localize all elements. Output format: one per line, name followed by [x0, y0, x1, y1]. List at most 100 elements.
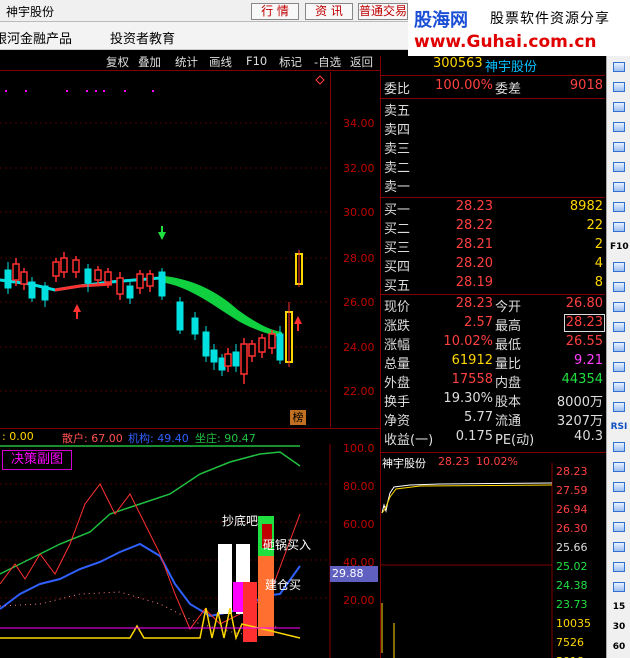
bid-row[interactable]: 买四 28.20 4: [381, 256, 605, 275]
diff-label: 委差: [495, 82, 522, 97]
rank-badge[interactable]: 榜: [290, 410, 306, 425]
ratio-label: 委比: [384, 82, 411, 97]
stock-code: 300563: [433, 56, 483, 71]
menu-item-education[interactable]: 投资者教育: [110, 28, 175, 47]
tool-back[interactable]: 返回: [350, 54, 373, 70]
side-icon8-icon[interactable]: [610, 200, 628, 215]
stat-value: 26.55: [565, 334, 603, 349]
indicator-chart[interactable]: [0, 444, 380, 658]
bid-price: 28.22: [455, 218, 493, 233]
bid-volume: 2: [594, 237, 603, 252]
stat-label: 股本: [495, 395, 522, 410]
candlestick-chart[interactable]: [0, 72, 380, 420]
bid-label: 买二: [384, 222, 411, 237]
stat-value: 19.30%: [443, 391, 493, 406]
side-icon7-icon[interactable]: [610, 180, 628, 195]
price-tick: 30.00: [343, 206, 375, 219]
ask-row[interactable]: 卖四: [381, 119, 605, 138]
tool-overlay[interactable]: 叠加: [138, 54, 161, 70]
news-button[interactable]: 资 讯: [305, 3, 353, 20]
tool-watchlist[interactable]: -自选: [314, 54, 341, 70]
bid-row[interactable]: 买三 28.21 2: [381, 237, 605, 256]
side-icon5-icon[interactable]: [610, 140, 628, 155]
ask-row[interactable]: 卖二: [381, 157, 605, 176]
price-axis: 34.00 32.00 30.00 28.00 26.00 24.00 22.0…: [330, 72, 380, 427]
ask-label: 卖四: [384, 123, 411, 138]
ask-label: 卖二: [384, 161, 411, 176]
side-icon26-icon[interactable]: [610, 560, 628, 575]
stat-value: 40.3: [574, 429, 603, 444]
ask-row[interactable]: 卖三: [381, 138, 605, 157]
bid-row[interactable]: 买二 28.22 22: [381, 218, 605, 237]
bid-label: 买一: [384, 203, 411, 218]
side-icon11-icon[interactable]: [610, 260, 628, 275]
side-icon2-icon[interactable]: [610, 80, 628, 95]
bid-volume: 8982: [569, 199, 603, 214]
side-button-rsi[interactable]: RSI: [610, 420, 628, 435]
side-icon17-icon[interactable]: [610, 380, 628, 395]
price-tick: 28.00: [343, 252, 375, 265]
side-icon6-icon[interactable]: [610, 160, 628, 175]
tool-draw-line[interactable]: 画线: [209, 54, 232, 70]
mini-tick: 27.59: [556, 484, 588, 497]
side-icon25-icon[interactable]: [610, 540, 628, 555]
price-tick: 32.00: [343, 162, 375, 175]
menu-item-products[interactable]: 银河金融产品: [0, 28, 72, 47]
side-icon14-icon[interactable]: [610, 320, 628, 335]
side-icon24-icon[interactable]: [610, 520, 628, 535]
side-icon27-icon[interactable]: [610, 580, 628, 595]
side-icon12-icon[interactable]: [610, 280, 628, 295]
trade-button[interactable]: 普通交易: [358, 3, 408, 20]
stat-label: 最低: [495, 338, 522, 353]
side-icon23-icon[interactable]: [610, 500, 628, 515]
tool-f10[interactable]: F10: [246, 54, 267, 68]
side-icon13-icon[interactable]: [610, 300, 628, 315]
side-icon20-icon[interactable]: [610, 440, 628, 455]
side-button-30[interactable]: 30: [610, 620, 628, 635]
quote-button[interactable]: 行 情: [251, 3, 299, 20]
side-button-f10[interactable]: F10: [610, 240, 629, 255]
menu-bar: 银河金融产品 投资者教育: [0, 22, 408, 50]
side-toolbar: F10 RSI 15 30 60: [606, 56, 630, 658]
stat-label: PE(动): [495, 433, 535, 448]
mini-tick: 23.73: [556, 598, 588, 611]
stat-label: 今开: [495, 300, 522, 315]
intraday-chart[interactable]: 神宇股份 28.23 10.02% 28.23 27.59 26.94 26.30 25…: [380, 452, 606, 658]
side-icon3-icon[interactable]: [610, 100, 628, 115]
ask-row[interactable]: 卖五: [381, 100, 605, 119]
stat-label: 换手: [384, 395, 411, 410]
side-icon15-icon[interactable]: [610, 340, 628, 355]
stat-row: 换手 19.30% 股本 8000万: [381, 391, 605, 410]
tool-statistics[interactable]: 统计: [175, 54, 198, 70]
side-icon9-icon[interactable]: [610, 220, 628, 235]
window-title: 神宇股份: [6, 5, 55, 19]
bid-label: 买三: [384, 241, 411, 256]
bid-price: 28.20: [455, 256, 493, 271]
tool-mark[interactable]: 标记: [279, 54, 302, 70]
side-button-15[interactable]: 15: [610, 600, 628, 615]
stat-label: 现价: [384, 300, 411, 315]
stat-row: 收益(一) 0.175 PE(动) 40.3: [381, 429, 605, 448]
tool-restore-rights[interactable]: 复权: [106, 54, 129, 70]
stat-value: 28.23: [455, 296, 493, 311]
indicator-tick: 20.00: [343, 594, 375, 607]
side-icon18-icon[interactable]: [610, 400, 628, 415]
side-icon16-icon[interactable]: [610, 360, 628, 375]
bid-volume: 22: [586, 218, 603, 233]
stat-label: 量比: [495, 357, 522, 372]
bid-row[interactable]: 买五 28.19 8: [381, 275, 605, 294]
side-icon4-icon[interactable]: [610, 120, 628, 135]
ask-row[interactable]: 卖一: [381, 176, 605, 195]
side-icon1-icon[interactable]: [610, 60, 628, 75]
indicator-title[interactable]: 决策副图: [2, 450, 72, 470]
stat-value: 0.175: [455, 429, 493, 444]
mini-tick: 7526: [556, 636, 584, 649]
stat-value: 8000万: [556, 395, 603, 410]
bid-row[interactable]: 买一 28.23 8982: [381, 199, 605, 218]
side-icon21-icon[interactable]: [610, 460, 628, 475]
side-button-60[interactable]: 60: [610, 640, 628, 655]
stat-row: 现价 28.23 今开 26.80: [381, 296, 605, 315]
side-icon22-icon[interactable]: [610, 480, 628, 495]
stat-label: 涨幅: [384, 338, 411, 353]
stat-row: 涨幅 10.02% 最低 26.55: [381, 334, 605, 353]
